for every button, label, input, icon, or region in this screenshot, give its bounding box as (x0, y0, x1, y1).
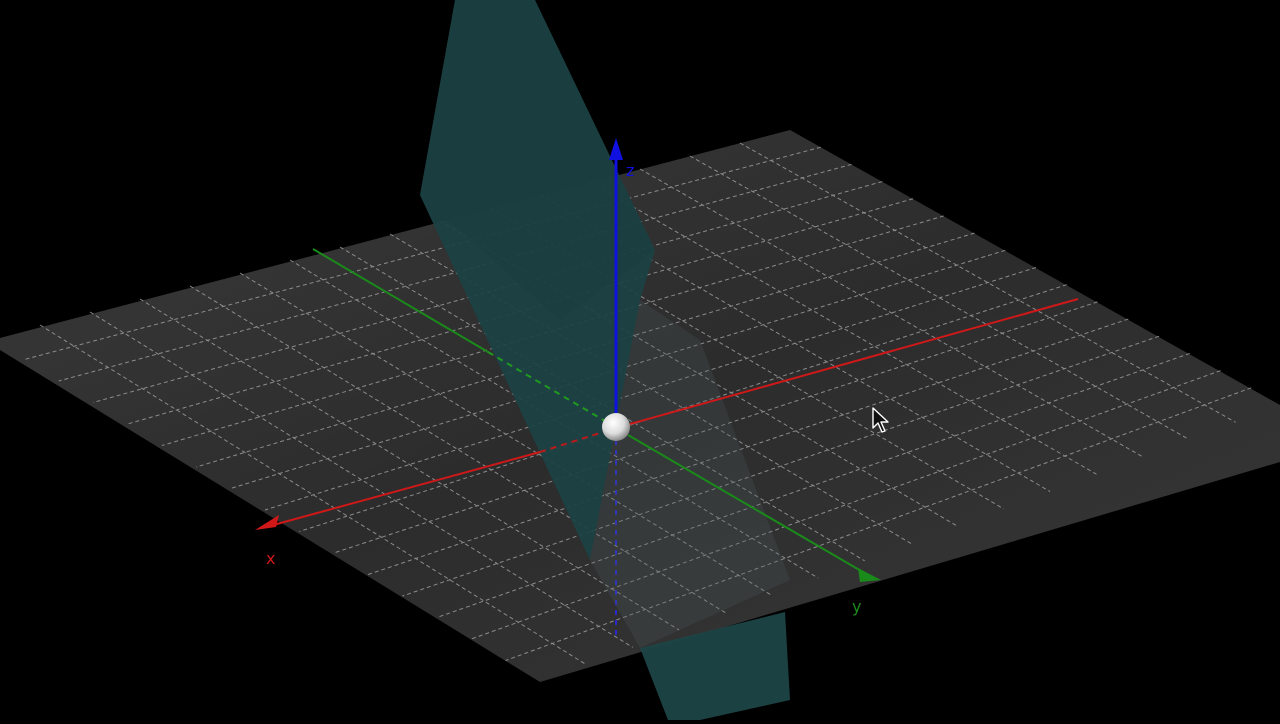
origin-point[interactable] (602, 413, 630, 441)
3d-scene-canvas[interactable]: x y z (0, 0, 1280, 720)
y-axis-label: y (852, 597, 861, 616)
z-axis-label: z (626, 161, 634, 180)
x-axis-label: x (266, 549, 275, 568)
3d-graphics-view[interactable]: x y z (0, 0, 1280, 720)
